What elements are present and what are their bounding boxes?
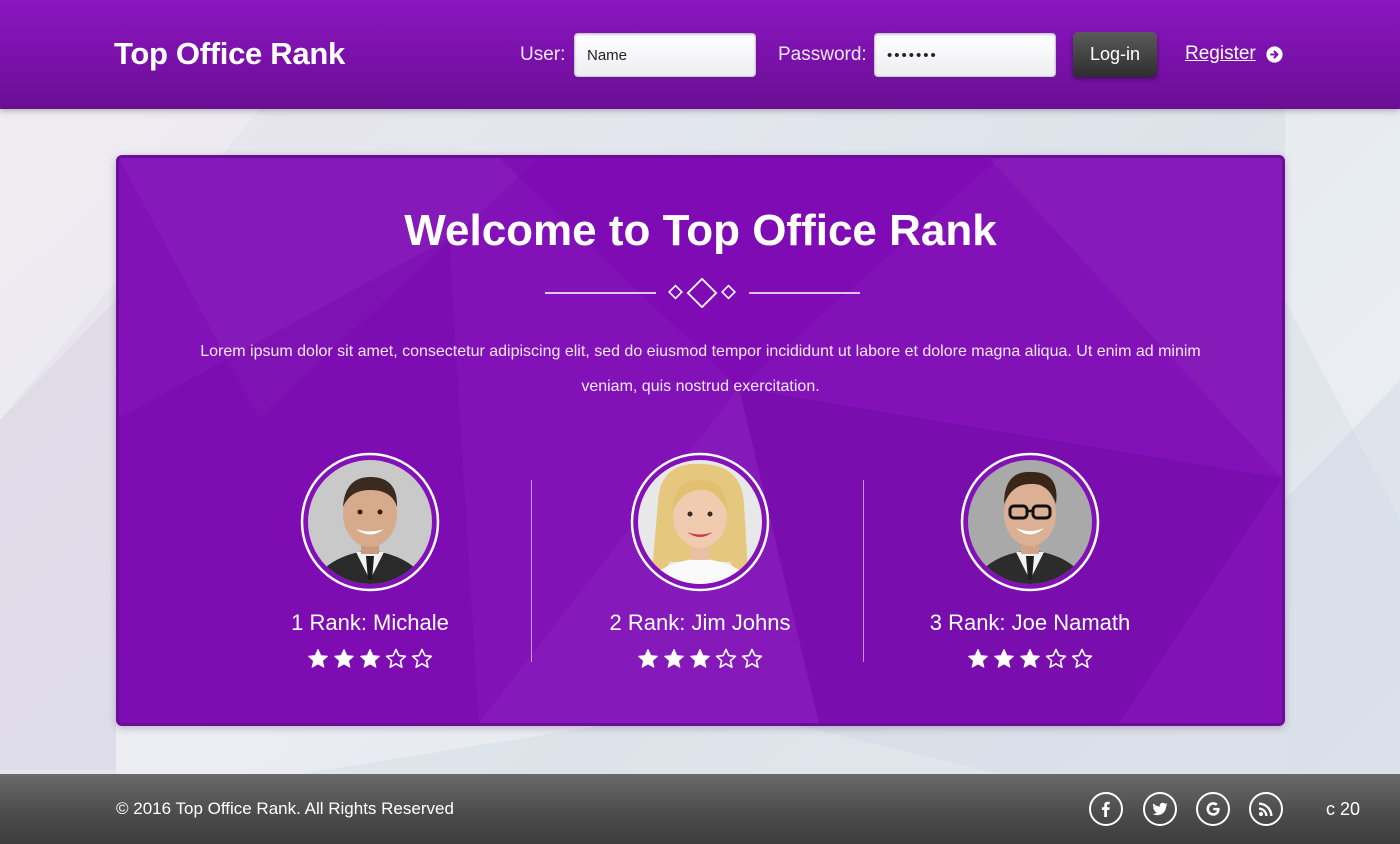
star-empty-icon	[1045, 648, 1067, 668]
welcome-card: Welcome to Top Office Rank Lorem ipsum d…	[116, 155, 1285, 726]
user-label: User:	[520, 44, 566, 65]
column-divider	[531, 480, 532, 662]
rss-icon[interactable]	[1249, 792, 1283, 826]
star-filled-icon	[308, 649, 328, 668]
rank-name-3: 3 Rank: Joe Namath	[929, 610, 1131, 635]
star-filled-icon	[994, 649, 1014, 668]
facebook-icon[interactable]	[1089, 792, 1123, 826]
star-empty-icon	[741, 648, 763, 668]
arrow-circle-right-icon[interactable]	[1266, 46, 1283, 63]
star-filled-icon	[360, 649, 380, 668]
copyright-text: © 2016 Top Office Rank. All Rights Reser…	[116, 799, 454, 818]
rank-name-1: 1 Rank: Michale	[291, 610, 449, 635]
star-rating-2	[550, 648, 850, 672]
star-empty-icon	[385, 648, 407, 668]
star-rating-1	[220, 648, 520, 672]
google-icon[interactable]	[1196, 792, 1230, 826]
avatar-3[interactable]	[960, 452, 1100, 592]
rank-name-2: 2 Rank: Jim Johns	[609, 610, 791, 635]
rank-card-3: 3 Rank: Joe Namath	[880, 452, 1180, 672]
top-navbar: Top Office Rank User: Password: Log-in R…	[0, 0, 1400, 109]
login-button[interactable]: Log-in	[1073, 32, 1157, 77]
intro-paragraph: Lorem ipsum dolor sit amet, consectetur …	[200, 343, 1201, 395]
column-divider	[863, 480, 864, 662]
star-empty-icon	[411, 648, 433, 668]
footer: © 2016 Top Office Rank. All Rights Reser…	[0, 774, 1400, 844]
star-filled-icon	[690, 649, 710, 668]
star-filled-icon	[664, 649, 684, 668]
ornament-divider	[545, 278, 860, 308]
password-input[interactable]	[874, 33, 1056, 77]
register-link[interactable]: Register	[1185, 43, 1256, 65]
corner-text: c 20	[1326, 799, 1361, 819]
twitter-icon[interactable]	[1143, 792, 1177, 826]
avatar-2[interactable]	[630, 452, 770, 592]
username-input[interactable]	[574, 33, 756, 77]
star-filled-icon	[1020, 649, 1040, 668]
site-logo-text[interactable]: Top Office Rank	[114, 36, 345, 72]
avatar-1[interactable]	[300, 452, 440, 592]
rank-card-2: 2 Rank: Jim Johns	[550, 452, 850, 672]
star-empty-icon	[715, 648, 737, 668]
rank-card-1: 1 Rank: Michale	[220, 452, 520, 672]
star-filled-icon	[638, 649, 658, 668]
star-rating-3	[880, 648, 1180, 672]
password-label: Password:	[778, 44, 867, 65]
star-empty-icon	[1071, 648, 1093, 668]
welcome-title: Welcome to Top Office Rank	[404, 206, 997, 255]
star-filled-icon	[334, 649, 354, 668]
star-filled-icon	[968, 649, 988, 668]
